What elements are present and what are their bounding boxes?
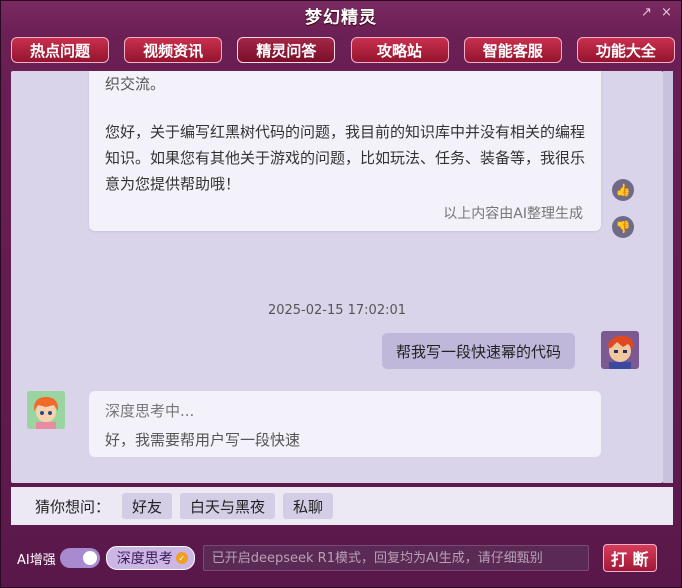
tab-bar: 热点问题 视频资讯 精灵问答 攻略站 智能客服 功能大全 <box>11 37 675 65</box>
ai-message-text: 您好，关于编写红黑树代码的问题，我目前的知识库中并没有相关的编程知识。如果您有其… <box>105 123 586 193</box>
suggestion-label: 猜你想问： <box>35 497 111 516</box>
ai-message-cut-text: 织交流。 <box>105 75 166 93</box>
tab-video-news[interactable]: 视频资讯 <box>124 37 223 63</box>
suggestion-chip[interactable]: 私聊 <box>283 493 334 519</box>
deep-think-button[interactable]: 深度思考 ✓ <box>105 546 195 570</box>
thinking-status: 深度思考中... <box>105 402 195 420</box>
chat-area[interactable]: 织交流。 您好，关于编写红黑树代码的问题，我目前的知识库中并没有相关的编程知识。… <box>11 71 663 483</box>
suggestion-chip[interactable]: 白天与黑夜 <box>180 493 276 519</box>
ai-thinking-bubble: 深度思考中... 好，我需要帮用户写一段快速 <box>89 391 601 457</box>
popout-icon[interactable]: ↗ <box>641 5 652 20</box>
message-timestamp: 2025-02-15 17:02:01 <box>267 303 407 318</box>
suggestion-chip[interactable]: 好友 <box>122 493 173 519</box>
user-avatar <box>601 331 639 369</box>
tab-hot-questions[interactable]: 热点问题 <box>11 37 109 63</box>
title-bar: 梦幻精灵 ↗ × <box>1 1 681 29</box>
chat-scrollbar[interactable] <box>663 71 673 483</box>
ai-generated-note: 以上内容由AI整理生成 <box>443 206 583 222</box>
ai-enhance-toggle[interactable] <box>59 548 100 568</box>
ai-enhance-label: AI增强 <box>17 552 56 568</box>
thumbs-up-icon[interactable]: 👍 <box>612 179 634 201</box>
ai-message-bubble: 织交流。 您好，关于编写红黑树代码的问题，我目前的知识库中并没有相关的编程知识。… <box>89 71 601 231</box>
tab-smart-support[interactable]: 智能客服 <box>463 37 562 63</box>
message-input[interactable]: 已开启deepseek R1模式，回复均为AI生成，请仔细甄别 <box>202 545 589 571</box>
check-icon: ✓ <box>175 552 188 564</box>
tab-guides[interactable]: 攻略站 <box>350 37 449 63</box>
input-bar: AI增强 深度思考 ✓ 已开启deepseek R1模式，回复均为AI生成，请仔… <box>11 541 673 575</box>
user-message-bubble: 帮我写一段快速幂的代码 <box>381 333 575 369</box>
thumbs-down-icon[interactable]: 👎 <box>612 216 634 238</box>
tab-features[interactable]: 功能大全 <box>576 37 675 63</box>
tab-sprite-qa[interactable]: 精灵问答 <box>237 37 336 63</box>
app-window: 梦幻精灵 ↗ × 热点问题 视频资讯 精灵问答 攻略站 智能客服 功能大全 织交… <box>0 0 682 588</box>
suggestion-bar: 猜你想问： 好友 白天与黑夜 私聊 <box>11 487 673 525</box>
sprite-avatar <box>27 391 65 429</box>
interrupt-button[interactable]: 打 断 <box>602 544 657 572</box>
deep-think-label: 深度思考 <box>116 551 173 567</box>
close-icon[interactable]: × <box>661 5 672 20</box>
thinking-text: 好，我需要帮用户写一段快速 <box>105 431 301 449</box>
window-title: 梦幻精灵 <box>305 7 377 28</box>
toggle-knob <box>82 551 97 565</box>
user-message-text: 帮我写一段快速幂的代码 <box>395 342 561 361</box>
